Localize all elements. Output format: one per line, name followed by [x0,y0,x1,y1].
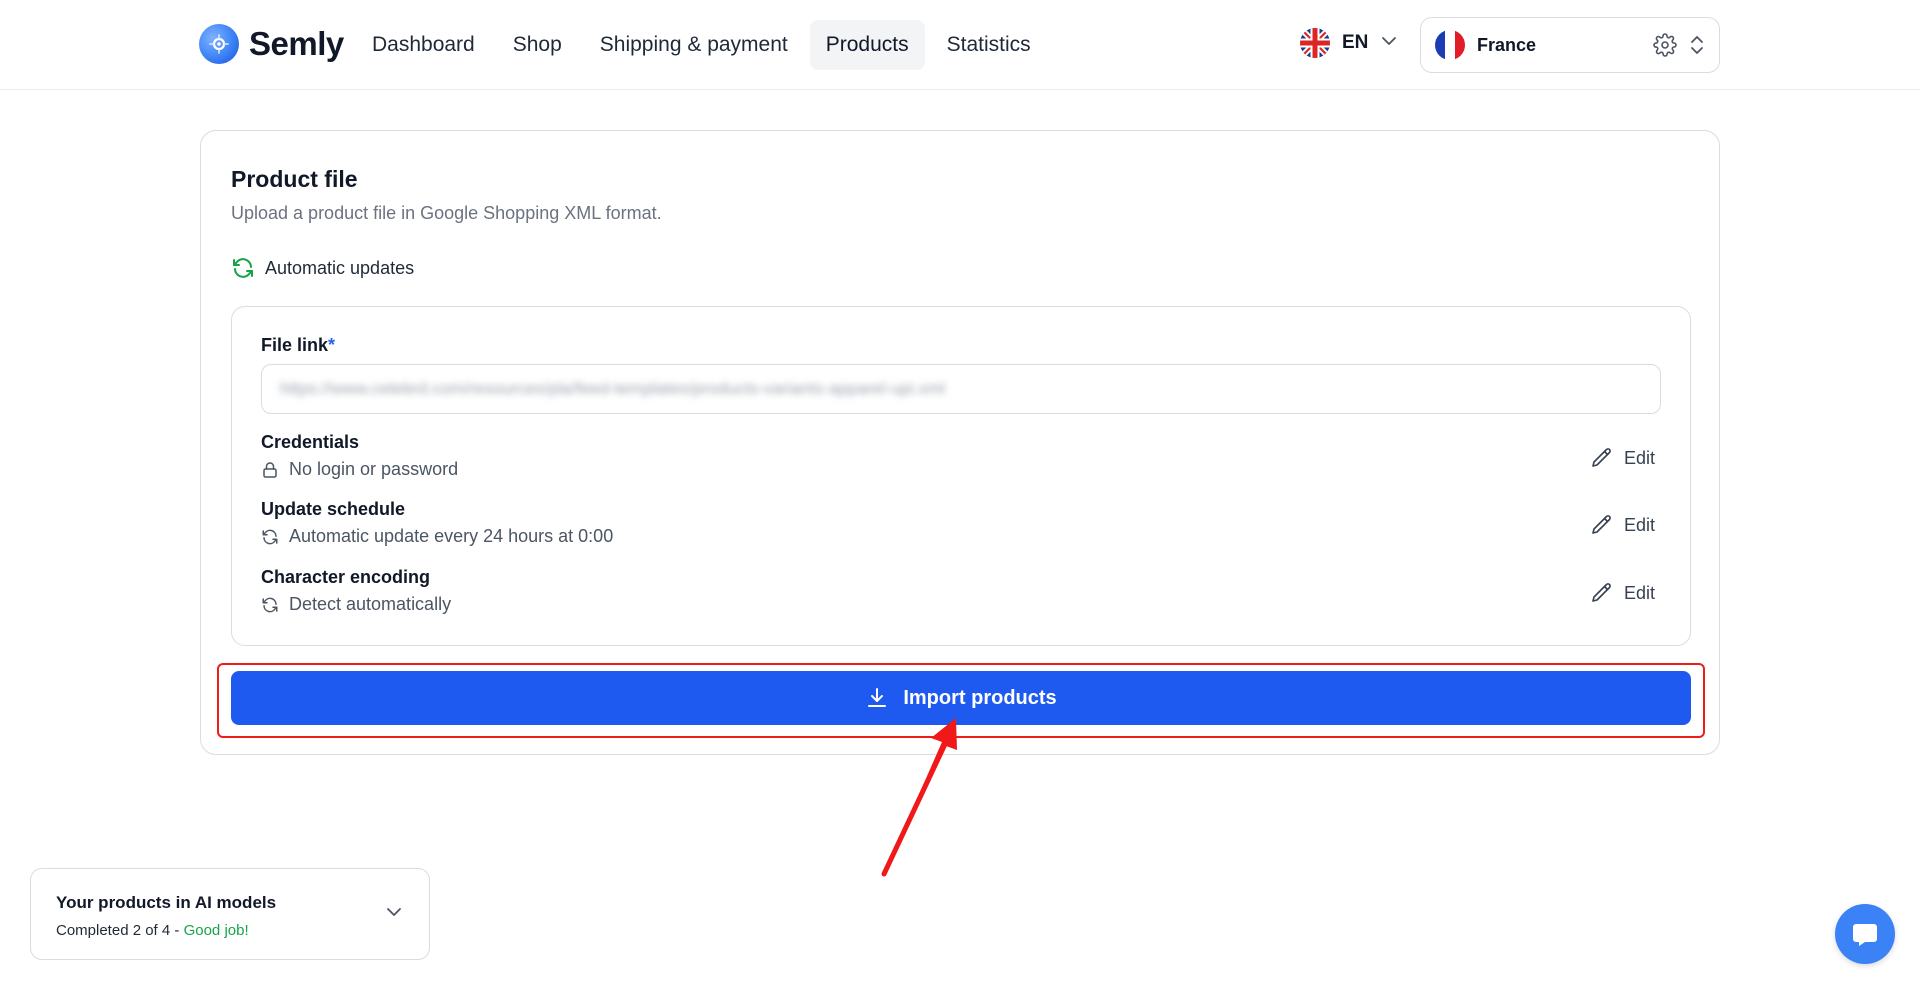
country-selector[interactable]: France [1420,17,1720,73]
import-products-label: Import products [903,686,1057,709]
refresh-icon [231,256,255,280]
chat-support-button[interactable] [1835,904,1895,964]
edit-update-schedule-button[interactable]: Edit [1584,509,1661,541]
setting-value: Detect automatically [261,594,1661,615]
nav-shipping-payment[interactable]: Shipping & payment [584,20,804,70]
required-mark: * [328,335,336,355]
setting-value-text: Detect automatically [289,594,452,614]
edit-label: Edit [1623,447,1655,468]
file-link-label-text: File link [261,335,329,355]
france-flag-icon [1435,30,1465,60]
chevron-down-icon [1380,32,1398,55]
setting-title: Update schedule [261,499,406,519]
refresh-icon [261,596,279,614]
lock-icon [261,461,279,479]
ai-progress-text: Completed 2 of 4 - [56,922,184,939]
card-subtitle: Upload a product file in Google Shopping… [231,203,662,223]
card-title: Product file [231,166,358,192]
edit-credentials-button[interactable]: Edit [1584,442,1661,474]
setting-value-text: No login or password [289,459,459,479]
ai-widget-title: Your products in AI models [56,893,277,912]
country-name: France [1477,34,1537,55]
setting-value: No login or password [261,459,1661,480]
refresh-icon [261,528,279,546]
brand-logo[interactable]: Semly [199,24,344,64]
semly-logo-icon [199,24,239,64]
uk-flag-icon [1300,28,1330,58]
pencil-icon [1590,446,1614,470]
file-link-field-wrapper [261,364,1661,414]
top-header: Semly Dashboard Shop Shipping & payment … [0,0,1920,90]
nav-products[interactable]: Products [809,20,925,70]
ai-praise-text: Good job! [183,922,249,939]
file-settings-panel: File link* Credentials No login or passw… [231,306,1691,646]
setting-character-encoding: Character encoding Detect automatically … [261,567,1661,619]
pencil-icon [1590,581,1614,605]
automatic-updates-label: Automatic updates [265,257,415,278]
chevron-up-down-icon [1689,33,1705,57]
product-file-card: Product file Upload a product file in Go… [200,130,1720,755]
setting-title: Character encoding [261,567,431,587]
nav-dashboard[interactable]: Dashboard [356,20,491,70]
download-icon [865,686,889,710]
chat-bubble-icon [1850,919,1880,949]
chevron-down-icon [385,903,403,926]
import-products-button[interactable]: Import products [231,671,1691,725]
setting-value-text: Automatic update every 24 hours at 0:00 [289,526,614,546]
ai-models-progress-widget[interactable]: Your products in AI models Completed 2 o… [30,868,430,960]
nav-shop[interactable]: Shop [497,20,578,70]
language-code: EN [1342,32,1369,53]
edit-label: Edit [1623,582,1655,603]
nav-statistics[interactable]: Statistics [931,20,1047,70]
brand-name: Semly [249,25,344,62]
pencil-icon [1590,513,1614,537]
main-nav: Dashboard Shop Shipping & payment Produc… [356,20,1047,70]
setting-update-schedule: Update schedule Automatic update every 2… [261,499,1661,551]
edit-character-encoding-button[interactable]: Edit [1584,577,1661,609]
setting-value: Automatic update every 24 hours at 0:00 [261,526,1661,547]
ai-widget-progress: Completed 2 of 4 - Good job! [56,922,249,939]
language-selector[interactable]: EN [1300,28,1398,58]
setting-title: Credentials [261,432,360,452]
automatic-updates-row: Automatic updates [231,256,414,280]
file-link-label: File link* [261,335,335,356]
edit-label: Edit [1623,514,1655,535]
file-link-input[interactable] [262,365,1660,413]
gear-icon[interactable] [1653,33,1677,57]
setting-credentials: Credentials No login or password Edit [261,432,1661,484]
